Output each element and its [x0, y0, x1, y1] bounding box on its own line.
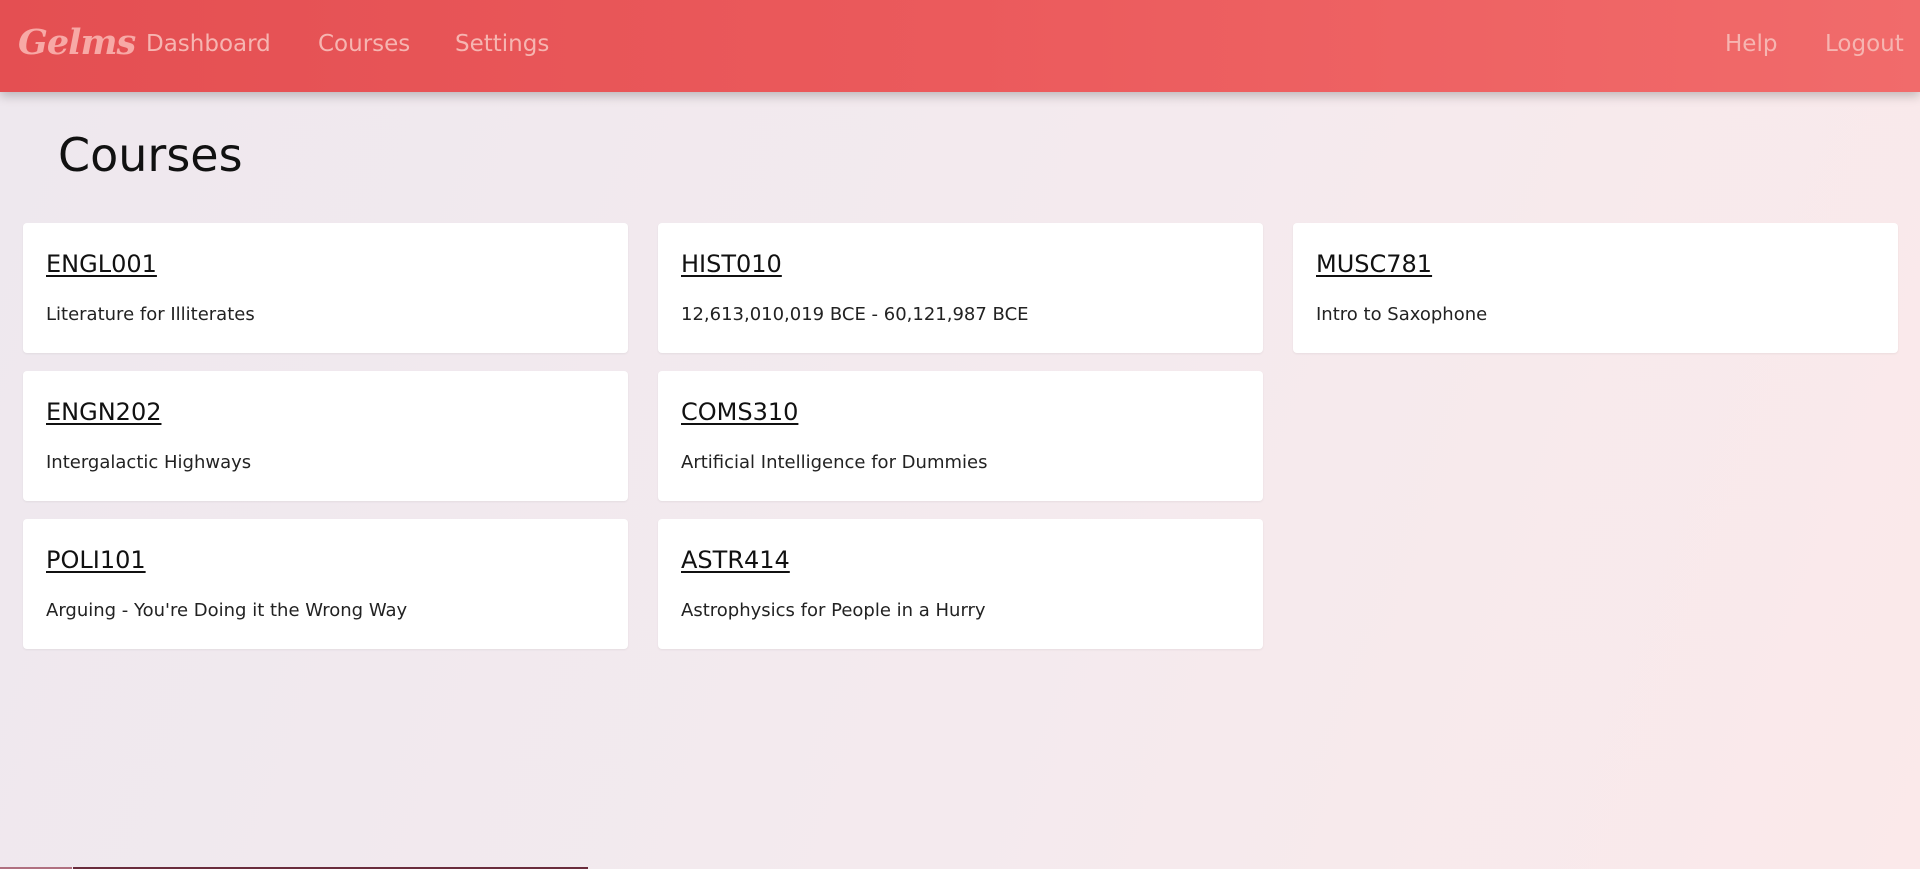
course-description: Artificial Intelligence for Dummies [681, 452, 988, 473]
course-code-link[interactable]: HIST010 [681, 250, 782, 278]
course-code-link[interactable]: ENGN202 [46, 398, 161, 426]
brand-logo[interactable]: Gelms [18, 22, 136, 63]
course-card[interactable]: ENGN202 Intergalactic Highways [23, 371, 628, 501]
nav-settings-link[interactable]: Settings [455, 31, 549, 57]
course-card[interactable]: MUSC781 Intro to Saxophone [1293, 223, 1898, 353]
course-description: Arguing - You're Doing it the Wrong Way [46, 600, 408, 621]
course-card[interactable]: POLI101 Arguing - You're Doing it the Wr… [23, 519, 628, 649]
course-code-link[interactable]: POLI101 [46, 546, 146, 574]
course-card[interactable]: COMS310 Artificial Intelligence for Dumm… [658, 371, 1263, 501]
nav-help-link[interactable]: Help [1725, 31, 1777, 57]
course-card[interactable]: ASTR414 Astrophysics for People in a Hur… [658, 519, 1263, 649]
top-navbar: Gelms Dashboard Courses Settings Help Lo… [0, 0, 1920, 92]
course-code-link[interactable]: MUSC781 [1316, 250, 1432, 278]
course-code-link[interactable]: ASTR414 [681, 546, 790, 574]
course-description: Astrophysics for People in a Hurry [681, 600, 986, 621]
nav-logout-link[interactable]: Logout [1825, 31, 1904, 57]
course-description: Intergalactic Highways [46, 452, 252, 473]
course-card[interactable]: ENGL001 Literature for Illiterates [23, 223, 628, 353]
course-description: Literature for Illiterates [46, 304, 255, 325]
nav-dashboard-link[interactable]: Dashboard [146, 31, 271, 57]
page-title: Courses [58, 128, 243, 182]
course-description: 12,613,010,019 BCE - 60,121,987 BCE [681, 304, 1029, 325]
course-description: Intro to Saxophone [1316, 304, 1488, 325]
course-code-link[interactable]: ENGL001 [46, 250, 157, 278]
course-code-link[interactable]: COMS310 [681, 398, 798, 426]
course-card[interactable]: HIST010 12,613,010,019 BCE - 60,121,987 … [658, 223, 1263, 353]
nav-courses-link[interactable]: Courses [318, 31, 410, 57]
